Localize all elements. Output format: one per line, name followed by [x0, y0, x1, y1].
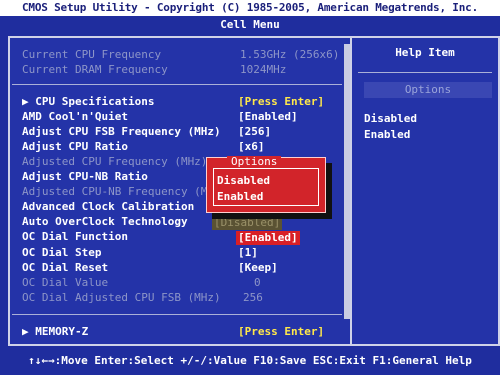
oc-dial-adjusted-fsb-item: OC Dial Adjusted CPU FSB (MHz) [22, 291, 221, 304]
oc-dial-function-value[interactable]: [Enabled] [236, 231, 300, 245]
popup-option-enabled[interactable]: Enabled [217, 190, 263, 204]
adjust-cpu-ratio-value[interactable]: [x6] [238, 140, 265, 154]
help-divider [358, 72, 492, 73]
popup-option-disabled[interactable]: Disabled [217, 174, 270, 188]
oc-dial-adjusted-fsb-value: 256 [243, 291, 263, 304]
current-dram-frequency-value: 1024MHz [240, 63, 287, 76]
current-cpu-frequency-label: Current CPU Frequency [22, 48, 162, 61]
adjust-cpu-nb-ratio-item[interactable]: Adjust CPU-NB Ratio [22, 170, 148, 184]
utility-title-bar: CMOS Setup Utility - Copyright (C) 1985-… [0, 0, 500, 16]
options-popup: Options Disabled Enabled [206, 156, 326, 213]
oc-dial-step-value[interactable]: [1] [238, 246, 258, 260]
help-panel: Help Item Options Disabled Enabled [352, 36, 500, 346]
auto-overclock-technology-item[interactable]: Auto OverClock Technology [22, 215, 188, 229]
current-cpu-frequency-value: 1.53GHz (256x6) [240, 48, 340, 61]
current-dram-frequency-label: Current DRAM Frequency [22, 63, 168, 76]
oc-dial-step-item[interactable]: OC Dial Step [22, 246, 101, 260]
adjust-cpu-ratio-item[interactable]: Adjust CPU Ratio [22, 140, 128, 154]
oc-dial-value-item: OC Dial Value [22, 276, 109, 289]
advanced-clock-calibration-item[interactable]: Advanced Clock Calibration [22, 200, 194, 214]
help-option-enabled: Enabled [364, 128, 411, 141]
adjusted-cpu-frequency-item: Adjusted CPU Frequency (MHz) [22, 155, 208, 168]
scrollbar[interactable] [344, 44, 350, 319]
cpu-specifications-item[interactable]: ▶ CPU Specifications [22, 95, 154, 109]
adjust-cpu-fsb-frequency-item[interactable]: Adjust CPU FSB Frequency (MHz) [22, 125, 221, 139]
amd-cool-n-quiet-value[interactable]: [Enabled] [238, 110, 298, 124]
amd-cool-n-quiet-item[interactable]: AMD Cool'n'Quiet [22, 110, 128, 124]
popup-title: Options [227, 156, 282, 168]
help-option-disabled: Disabled [364, 112, 417, 125]
help-title: Help Item [395, 46, 455, 59]
adjusted-cpu-nb-frequency-item: Adjusted CPU-NB Frequency (M [22, 185, 208, 198]
oc-dial-value-value: 0 [254, 276, 261, 289]
key-help-bar: ↑↓←→:Move Enter:Select +/-/:Value F10:Sa… [0, 352, 500, 375]
oc-dial-reset-item[interactable]: OC Dial Reset [22, 261, 108, 275]
help-options-label: Options [364, 82, 492, 98]
memory-z-value[interactable]: [Press Enter] [238, 325, 324, 339]
page-title: Cell Menu [220, 18, 280, 31]
adjust-cpu-fsb-frequency-value[interactable]: [256] [238, 125, 271, 139]
memory-z-item[interactable]: ▶ MEMORY-Z [22, 325, 88, 339]
oc-dial-reset-value[interactable]: [Keep] [238, 261, 278, 275]
oc-dial-function-item[interactable]: OC Dial Function [22, 230, 128, 244]
section-divider [12, 314, 342, 315]
section-divider [12, 84, 342, 85]
cpu-specifications-value[interactable]: [Press Enter] [238, 95, 324, 109]
